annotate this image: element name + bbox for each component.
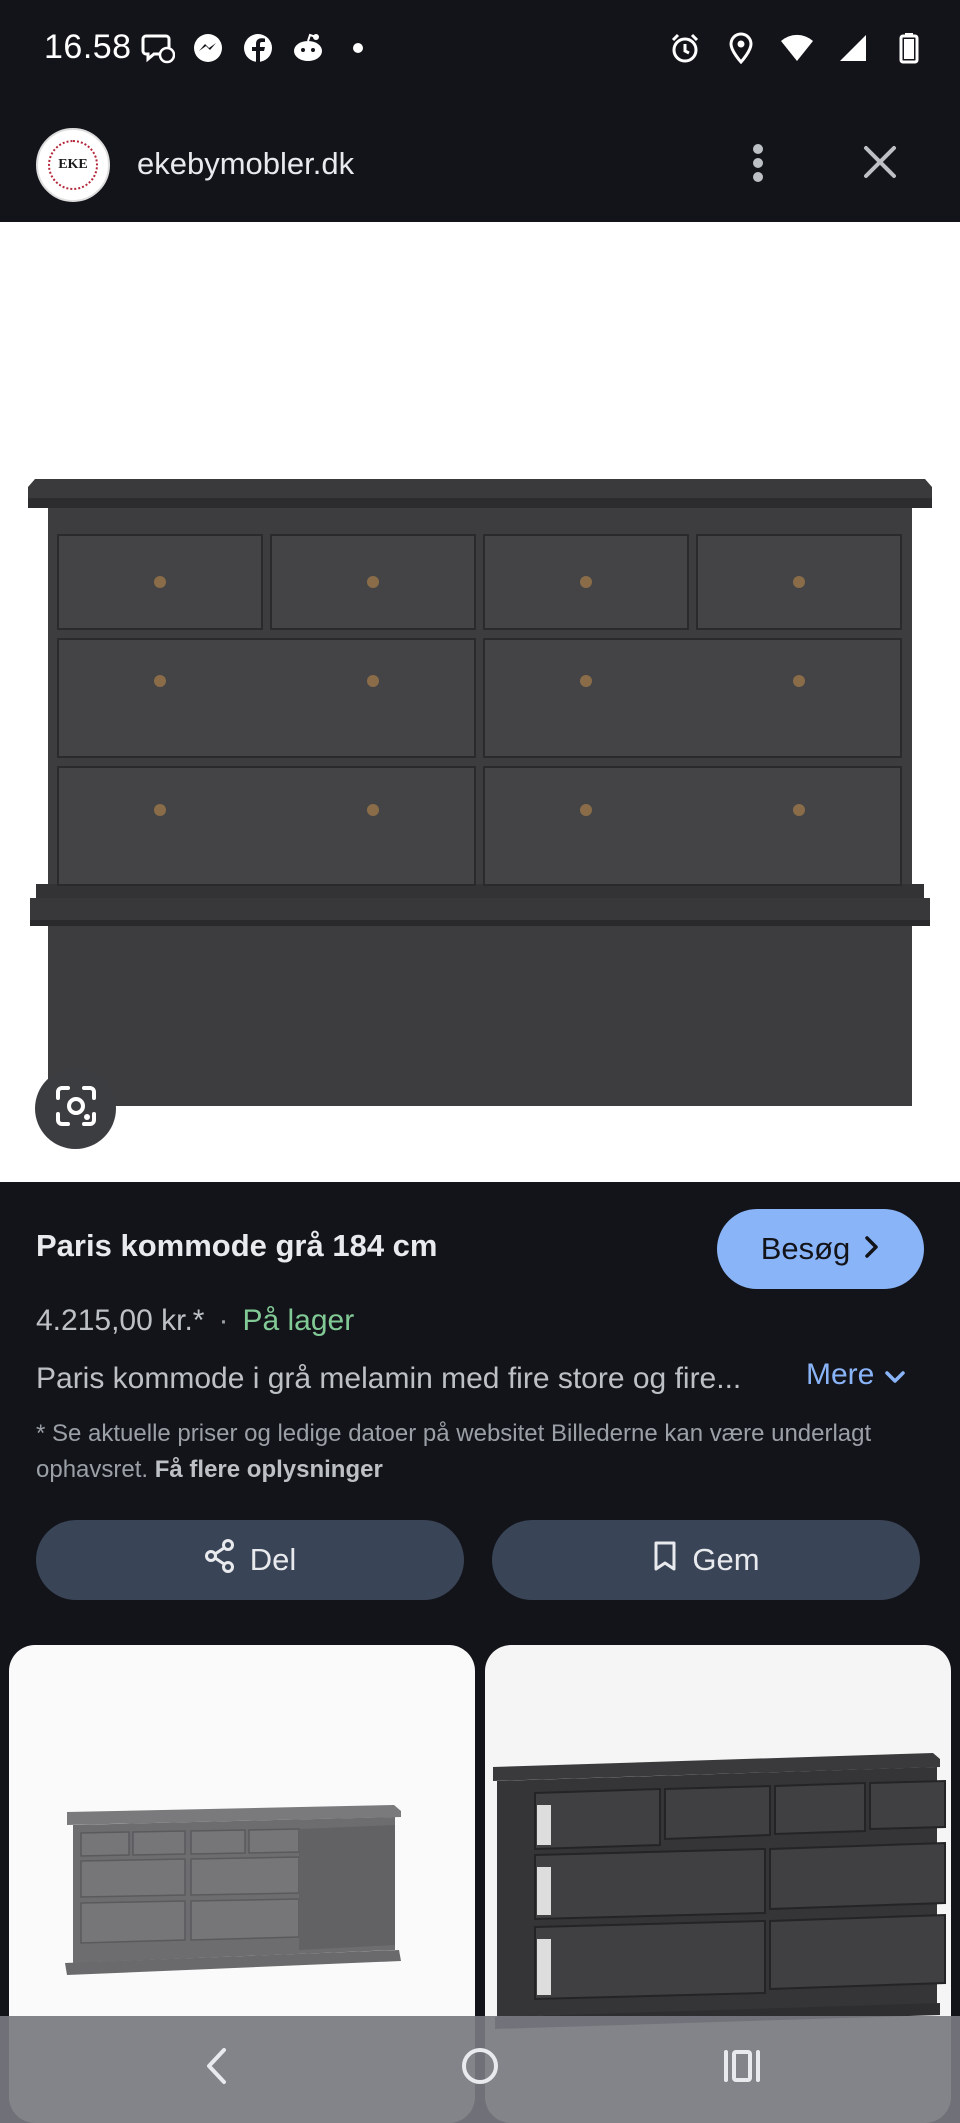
home-icon	[460, 2046, 500, 2091]
reddit-icon	[290, 30, 326, 66]
site-name[interactable]: ekebymobler.dk	[137, 146, 354, 182]
price: 4.215,00 kr.*	[36, 1304, 205, 1337]
more-info-link[interactable]: Få flere oplysninger	[155, 1456, 383, 1483]
disclaimer: * Se aktuelle priser og ledige datoer på…	[36, 1416, 916, 1488]
recents-button[interactable]	[702, 2038, 782, 2098]
more-notifications-dot-icon	[340, 30, 376, 66]
site-logo-text: EKE	[48, 140, 98, 190]
dresser-image	[28, 479, 932, 1106]
product-image-area[interactable]	[0, 222, 960, 1182]
share-icon	[204, 1539, 236, 1581]
bookmark-icon	[652, 1540, 678, 1580]
product-description: Paris kommode i grå melamin med fire sto…	[36, 1362, 742, 1395]
status-time: 16.58	[44, 28, 132, 66]
chat-bubble-icon	[140, 30, 176, 66]
system-icons	[668, 30, 926, 66]
back-button[interactable]	[176, 2038, 256, 2098]
site-logo[interactable]: EKE	[36, 128, 110, 202]
battery-icon	[892, 30, 926, 66]
lens-search-button[interactable]	[35, 1068, 116, 1149]
close-icon	[863, 145, 897, 184]
more-options-button[interactable]	[752, 140, 764, 190]
save-label: Gem	[692, 1542, 760, 1577]
facebook-icon	[240, 30, 276, 66]
more-button[interactable]: Mere	[806, 1358, 906, 1392]
save-button[interactable]: Gem	[492, 1520, 920, 1600]
location-icon	[724, 30, 758, 66]
source-header: EKE ekebymobler.dk	[0, 100, 960, 222]
vertical-dots-icon	[752, 143, 764, 188]
more-label: Mere	[806, 1358, 875, 1391]
alarm-icon	[668, 30, 702, 66]
close-button[interactable]	[858, 140, 902, 188]
share-button[interactable]: Del	[36, 1520, 464, 1600]
chevron-right-icon	[864, 1231, 880, 1267]
visit-button[interactable]: Besøg	[717, 1209, 924, 1289]
status-bar: 16.58	[0, 0, 960, 100]
lens-icon	[54, 1084, 98, 1133]
notification-icons	[140, 30, 376, 66]
share-label: Del	[249, 1542, 297, 1577]
back-icon	[204, 2046, 228, 2091]
messenger-icon	[190, 30, 226, 66]
visit-label: Besøg	[760, 1231, 851, 1266]
chevron-down-icon	[884, 1358, 906, 1392]
product-title: Paris kommode grå 184 cm	[36, 1228, 438, 1263]
recents-icon	[722, 2048, 762, 2089]
wifi-icon	[780, 30, 814, 66]
signal-icon	[836, 30, 870, 66]
system-navigation-bar	[0, 2016, 960, 2123]
home-button[interactable]	[440, 2038, 520, 2098]
price-line: 4.215,00 kr.* · På lager	[36, 1304, 354, 1338]
separator: ·	[218, 1304, 229, 1337]
stock-status: På lager	[242, 1304, 355, 1337]
